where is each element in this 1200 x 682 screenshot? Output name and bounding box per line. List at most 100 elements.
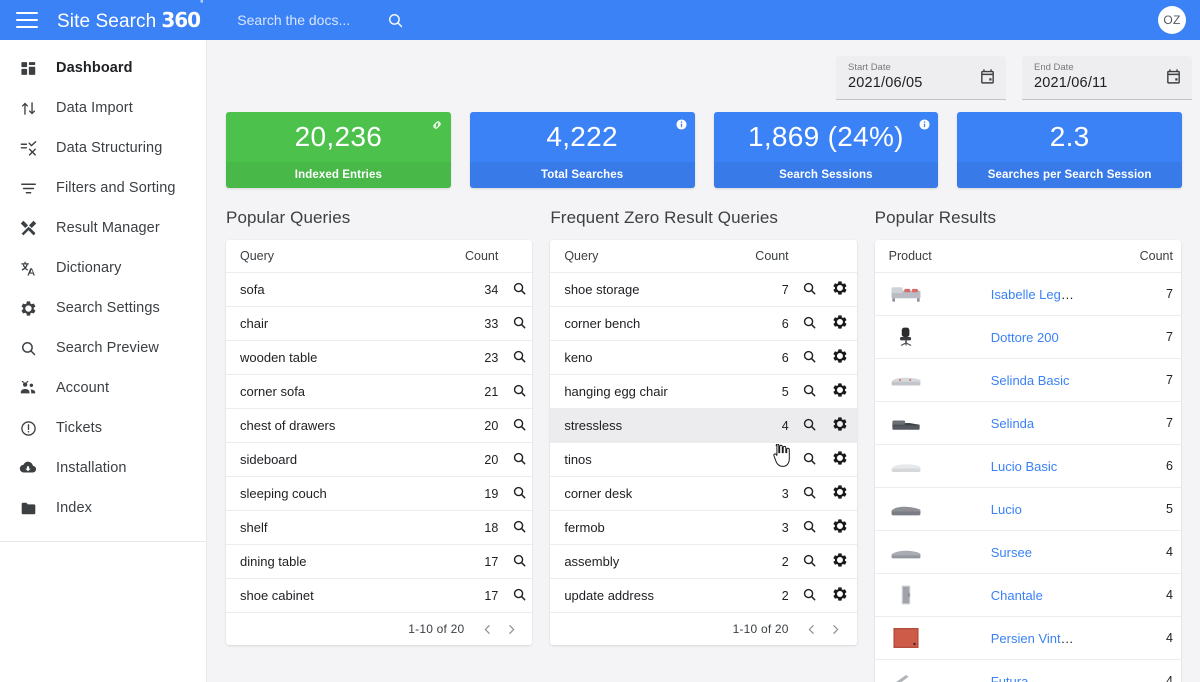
search-icon[interactable]	[802, 417, 817, 432]
product-link[interactable]: Selinda	[991, 416, 1034, 431]
search-icon[interactable]	[512, 587, 527, 602]
sidebar-item-data-import[interactable]: Data Import	[0, 88, 206, 128]
table-row[interactable]: Sursee4	[875, 531, 1181, 574]
search-icon[interactable]	[802, 485, 817, 500]
table-row[interactable]: shoe cabinet17	[226, 579, 532, 613]
row-settings-action[interactable]	[823, 273, 857, 307]
row-settings-action[interactable]	[823, 477, 857, 511]
info-icon[interactable]	[676, 119, 687, 130]
product-link[interactable]: Lucio	[991, 502, 1022, 517]
search-icon[interactable]	[802, 383, 817, 398]
table-row[interactable]: stressless4	[550, 409, 856, 443]
sidebar-item-search-preview[interactable]: Search Preview	[0, 328, 206, 368]
row-search-action[interactable]	[797, 409, 823, 443]
gear-icon[interactable]	[832, 280, 848, 296]
search-input[interactable]	[237, 12, 385, 28]
row-search-action[interactable]	[506, 477, 532, 511]
gear-icon[interactable]	[832, 552, 848, 568]
kpi-card-search-sessions[interactable]: 1,869 (24%)Search Sessions	[714, 112, 939, 188]
search-icon[interactable]	[512, 519, 527, 534]
gear-icon[interactable]	[832, 484, 848, 500]
search-icon[interactable]	[802, 519, 817, 534]
product-link[interactable]: Persien Vintage	[991, 631, 1079, 646]
row-settings-action[interactable]	[823, 375, 857, 409]
chevron-right-icon[interactable]	[500, 618, 522, 640]
sidebar-item-dictionary[interactable]: Dictionary	[0, 248, 206, 288]
table-row[interactable]: shoe storage7	[550, 273, 856, 307]
link-icon[interactable]	[431, 119, 443, 131]
hamburger-icon[interactable]	[16, 12, 38, 28]
search-icon[interactable]	[802, 315, 817, 330]
search-icon[interactable]	[802, 587, 817, 602]
table-row[interactable]: Selinda Basic7	[875, 359, 1181, 402]
table-row[interactable]: fermob3	[550, 511, 856, 545]
kpi-card-indexed-entries[interactable]: 20,236Indexed Entries	[226, 112, 451, 188]
calendar-icon[interactable]	[1165, 68, 1182, 90]
product-link[interactable]: Isabelle Legend	[991, 287, 1079, 302]
row-settings-action[interactable]	[823, 341, 857, 375]
gear-icon[interactable]	[832, 518, 848, 534]
table-row[interactable]: Selinda7	[875, 402, 1181, 445]
sidebar-item-dashboard[interactable]: Dashboard	[0, 48, 206, 88]
search-icon[interactable]	[512, 349, 527, 364]
search-icon[interactable]	[512, 281, 527, 296]
sidebar-item-index[interactable]: Index	[0, 488, 206, 528]
row-search-action[interactable]	[797, 511, 823, 545]
table-row[interactable]: Chantale4	[875, 574, 1181, 617]
row-search-action[interactable]	[797, 443, 823, 477]
sidebar-item-data-structuring[interactable]: Data Structuring	[0, 128, 206, 168]
sidebar-item-search-settings[interactable]: Search Settings	[0, 288, 206, 328]
row-settings-action[interactable]	[823, 579, 857, 613]
sidebar-item-result-manager[interactable]: Result Manager	[0, 208, 206, 248]
gear-icon[interactable]	[832, 450, 848, 466]
search-icon[interactable]	[802, 349, 817, 364]
table-row[interactable]: sofa34	[226, 273, 532, 307]
table-row[interactable]: wooden table23	[226, 341, 532, 375]
kpi-card-searches-per-search-session[interactable]: 2.3Searches per Search Session	[957, 112, 1182, 188]
search-icon[interactable]	[512, 485, 527, 500]
table-row[interactable]: Futura4	[875, 660, 1181, 682]
search-icon[interactable]	[802, 553, 817, 568]
search-icon[interactable]	[512, 315, 527, 330]
row-settings-action[interactable]	[823, 511, 857, 545]
table-row[interactable]: Persien Vintage4	[875, 617, 1181, 660]
table-row[interactable]: sleeping couch19	[226, 477, 532, 511]
calendar-icon[interactable]	[979, 68, 996, 90]
sidebar-item-filters-and-sorting[interactable]: Filters and Sorting	[0, 168, 206, 208]
gear-icon[interactable]	[832, 348, 848, 364]
row-search-action[interactable]	[506, 409, 532, 443]
row-search-action[interactable]	[797, 375, 823, 409]
row-search-action[interactable]	[506, 375, 532, 409]
info-icon[interactable]	[919, 119, 930, 130]
table-row[interactable]: corner sofa21	[226, 375, 532, 409]
row-search-action[interactable]	[506, 511, 532, 545]
search-icon[interactable]	[512, 383, 527, 398]
table-row[interactable]: update address2	[550, 579, 856, 613]
table-row[interactable]: tinos4	[550, 443, 856, 477]
chevron-right-icon[interactable]	[825, 618, 847, 640]
row-search-action[interactable]	[797, 579, 823, 613]
row-settings-action[interactable]	[823, 545, 857, 579]
gear-icon[interactable]	[832, 586, 848, 602]
table-row[interactable]: Isabelle Legend7	[875, 273, 1181, 316]
table-row[interactable]: hanging egg chair5	[550, 375, 856, 409]
row-search-action[interactable]	[506, 545, 532, 579]
avatar[interactable]: OZ	[1158, 6, 1186, 34]
table-row[interactable]: dining table17	[226, 545, 532, 579]
table-row[interactable]: shelf18	[226, 511, 532, 545]
kpi-card-total-searches[interactable]: 4,222Total Searches	[470, 112, 695, 188]
start-date-field[interactable]: Start Date 2021/06/05	[836, 56, 1006, 100]
search-icon[interactable]	[802, 281, 817, 296]
row-search-action[interactable]	[797, 341, 823, 375]
table-row[interactable]: chair33	[226, 307, 532, 341]
row-search-action[interactable]	[506, 341, 532, 375]
product-link[interactable]: Lucio Basic	[991, 459, 1057, 474]
row-search-action[interactable]	[506, 307, 532, 341]
chevron-left-icon[interactable]	[801, 618, 823, 640]
table-row[interactable]: Lucio5	[875, 488, 1181, 531]
table-row[interactable]: assembly2	[550, 545, 856, 579]
sidebar-item-installation[interactable]: Installation	[0, 448, 206, 488]
search-icon[interactable]	[512, 553, 527, 568]
table-row[interactable]: keno6	[550, 341, 856, 375]
table-row[interactable]: corner bench6	[550, 307, 856, 341]
